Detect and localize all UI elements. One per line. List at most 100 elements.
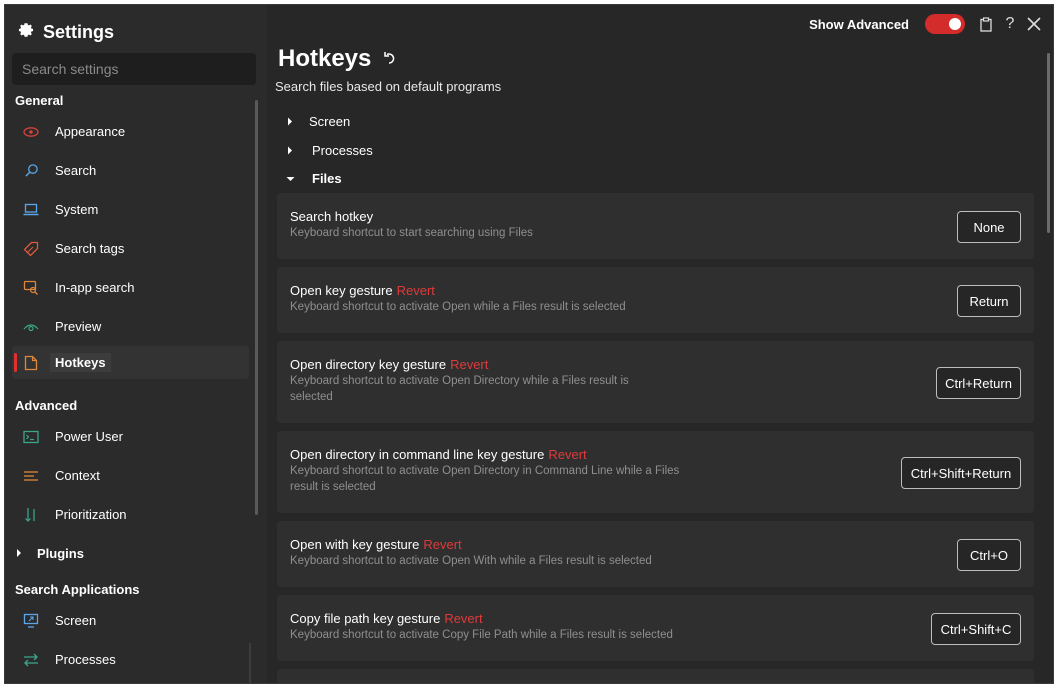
help-icon[interactable]: ? (999, 13, 1021, 35)
show-advanced-toggle[interactable] (925, 14, 965, 34)
hotkey-button[interactable]: Ctrl+Return (936, 367, 1021, 399)
sidebar-item-label: Prioritization (55, 507, 127, 522)
sidebar-item-preview[interactable]: Preview (12, 310, 249, 343)
sidebar-item-label: Processes (55, 652, 116, 667)
close-icon[interactable] (1023, 13, 1045, 35)
revert-link[interactable]: Revert (548, 447, 586, 462)
section-search-applications: Search Applications (15, 582, 140, 597)
setting-title-text: Open directory key gesture (290, 357, 447, 372)
revert-link[interactable]: Revert (444, 611, 482, 626)
eye-icon (22, 123, 40, 141)
revert-link[interactable]: Revert (397, 283, 435, 298)
search-settings-input[interactable] (12, 53, 256, 85)
page-title-text: Hotkeys (278, 45, 372, 72)
sidebar-item-label: In-app search (55, 280, 135, 295)
sidebar-item-screen[interactable]: Screen (12, 604, 249, 637)
revert-link[interactable]: Revert (450, 357, 488, 372)
main-scrollbar[interactable] (1047, 53, 1050, 233)
app-title-text: Settings (43, 21, 115, 42)
sidebar-item-prioritization[interactable]: Prioritization (12, 498, 249, 531)
sort-icon (22, 506, 40, 524)
tag-icon (22, 240, 40, 258)
setting-title: Open directory key gesture Revert (290, 357, 488, 372)
sidebar-item-label: Preview (55, 319, 102, 334)
hotkey-button[interactable]: Ctrl+Shift+Return (901, 457, 1021, 489)
tree-item-screen[interactable]: Screen (285, 114, 350, 129)
sidebar-item-in-app-search[interactable]: In-app search (12, 271, 249, 304)
revert-link[interactable]: Revert (423, 537, 461, 552)
chevron-right-icon (15, 546, 23, 561)
setting-title-text: Search hotkey (290, 209, 374, 224)
processes-icon (22, 651, 40, 669)
sidebar-item-label: Appearance (55, 124, 126, 139)
setting-description: Keyboard shortcut to activate Open With … (290, 555, 652, 567)
setting-title-text: Open directory in command line key gestu… (290, 447, 545, 462)
setting-card-open-directory-key: Open directory key gesture Revert Keyboar… (277, 341, 1034, 423)
chevron-right-icon (285, 117, 295, 126)
setting-title: Open key gesture Revert (290, 283, 435, 298)
sidebar-item-context[interactable]: Context (12, 459, 249, 492)
sidebar-item-label: Search (55, 163, 97, 178)
setting-card-partial (277, 669, 1034, 683)
sidebar-item-label: Search tags (55, 241, 125, 256)
clipboard-icon[interactable] (975, 13, 997, 35)
tree-item-label: Screen (309, 114, 351, 129)
sidebar-scrollbar[interactable] (255, 100, 258, 515)
setting-title-text: Open with key gesture (290, 537, 420, 552)
setting-description: Keyboard shortcut to activate Open Direc… (290, 375, 629, 403)
sidebar-item-search[interactable]: Search (12, 154, 249, 187)
setting-title: Open with key gesture Revert (290, 537, 462, 552)
active-indicator (14, 353, 17, 372)
setting-title: Open directory in command line key gestu… (290, 447, 587, 462)
setting-title-text: Copy file path key gesture (290, 611, 441, 626)
search-settings-box[interactable] (12, 53, 256, 85)
tree-item-label: Processes (312, 143, 373, 158)
undo-icon[interactable] (383, 45, 397, 73)
screen-icon (22, 612, 40, 630)
sidebar-item-appearance[interactable]: Appearance (12, 115, 249, 148)
sidebar-item-label: Power User (55, 429, 123, 444)
hotkey-button[interactable]: Return (957, 285, 1021, 317)
hotkey-button[interactable]: Ctrl+O (957, 539, 1021, 571)
laptop-icon (22, 201, 40, 219)
sidebar-item-plugins[interactable]: Plugins (15, 546, 84, 561)
setting-description: Keyboard shortcut to activate Open while… (290, 301, 626, 313)
context-icon (22, 467, 40, 485)
section-advanced: Advanced (15, 398, 78, 413)
sidebar-item-power-user[interactable]: Power User (12, 420, 249, 453)
title-bar: Show Advanced ? (809, 13, 1045, 35)
sidebar-item-search-tags[interactable]: Search tags (12, 232, 249, 265)
chevron-down-icon (285, 176, 295, 182)
setting-card-search-hotkey: Search hotkey Keyboard shortcut to start… (277, 193, 1034, 259)
setting-description: Keyboard shortcut to start searching usi… (290, 227, 533, 239)
setting-description: Keyboard shortcut to activate Open Direc… (290, 465, 680, 493)
setting-card-open-with-key: Open with key gesture Revert Keyboard sho… (277, 521, 1034, 587)
sidebar-item-hotkeys[interactable]: Hotkeys (12, 346, 249, 379)
chat-search-icon (22, 279, 40, 297)
sidebar: Settings General Appearance Search Syste… (5, 5, 267, 683)
section-general: General (15, 93, 64, 108)
gear-icon (17, 21, 35, 44)
page-title: Hotkeys (278, 45, 397, 73)
sidebar-scrollbar-track (249, 643, 251, 683)
tree-item-label: Files (312, 171, 342, 186)
page-subtitle: Search files based on default programs (275, 79, 502, 94)
setting-title: Copy file path key gesture Revert (290, 611, 483, 626)
sidebar-item-label: Plugins (37, 546, 84, 561)
setting-card-copy-file-path-key: Copy file path key gesture Revert Keyboar… (277, 595, 1034, 661)
sidebar-item-system[interactable]: System (12, 193, 249, 226)
setting-title: Search hotkey (290, 209, 373, 224)
sidebar-item-label: Context (55, 468, 100, 483)
document-icon (22, 354, 40, 372)
tree-item-files[interactable]: Files (285, 171, 342, 186)
app-title: Settings (17, 21, 114, 43)
hotkey-button[interactable]: None (957, 211, 1021, 243)
hotkey-button[interactable]: Ctrl+Shift+C (931, 613, 1021, 645)
toggle-knob (949, 18, 961, 30)
setting-card-open-key: Open key gesture Revert Keyboard shortcut… (277, 267, 1034, 333)
sidebar-item-label: Hotkeys (50, 353, 111, 372)
tree-item-processes[interactable]: Processes (285, 143, 373, 158)
search-icon (22, 162, 40, 180)
show-advanced-label: Show Advanced (809, 16, 909, 32)
sidebar-item-processes[interactable]: Processes (12, 643, 249, 676)
